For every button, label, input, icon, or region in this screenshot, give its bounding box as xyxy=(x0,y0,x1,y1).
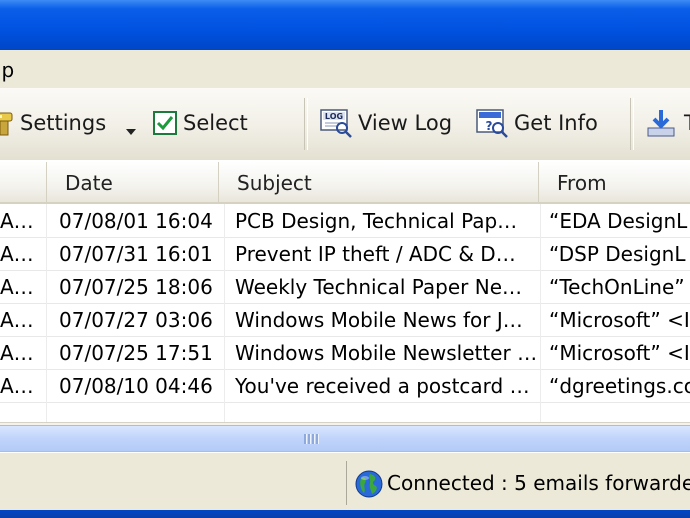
column-header-from[interactable]: From xyxy=(539,162,690,202)
cell-subject: PCB Design, Technical Pap… xyxy=(225,204,541,237)
view-log-button[interactable]: LOG View Log xyxy=(320,104,452,142)
toolbar: Settings Select LOG View Log ? Get Info xyxy=(0,88,690,161)
scrollbar-thumb[interactable] xyxy=(0,425,690,452)
cell-subject: Windows Mobile Newsletter … xyxy=(225,336,541,369)
cell-status: A… xyxy=(0,270,47,303)
table-header: Date Subject From xyxy=(0,162,690,204)
settings-button[interactable]: Settings xyxy=(0,104,106,142)
cell-date: 07/08/10 04:46 xyxy=(47,369,225,402)
table-row[interactable]: A… 07/08/10 04:46 You've received a post… xyxy=(0,369,690,403)
cell-status: A… xyxy=(0,204,47,237)
cell-subject: Windows Mobile News for J… xyxy=(225,303,541,336)
menu-bar: lp xyxy=(0,50,690,89)
column-header-status[interactable] xyxy=(0,162,47,202)
status-pane: Connected : 5 emails forwarded xyxy=(346,461,690,505)
cell-from: “EDA DesignL xyxy=(541,204,690,237)
cell-date: 07/07/31 16:01 xyxy=(47,237,225,270)
cell-date: 07/07/25 18:06 xyxy=(47,270,225,303)
table-row[interactable]: A… 07/07/25 17:51 Windows Mobile Newslet… xyxy=(0,336,690,370)
cell-empty xyxy=(225,402,541,422)
email-table: Date Subject From A… 07/08/01 16:04 PCB … xyxy=(0,160,690,422)
cell-date: 07/08/01 16:04 xyxy=(47,204,225,237)
status-bar: Connected : 5 emails forwarded xyxy=(0,452,690,513)
cell-status: A… xyxy=(0,369,47,402)
column-header-subject[interactable]: Subject xyxy=(219,162,539,202)
cell-date: 07/07/27 03:06 xyxy=(47,303,225,336)
table-row[interactable]: A… 07/08/01 16:04 PCB Design, Technical … xyxy=(0,204,690,238)
grip-icon xyxy=(304,434,320,444)
menu-help[interactable]: lp xyxy=(0,58,14,82)
download-button[interactable] xyxy=(646,104,676,142)
toolbar-overflow-text: T xyxy=(684,111,690,135)
get-info-button[interactable]: ? Get Info xyxy=(476,104,598,142)
table-row[interactable]: A… 07/07/31 16:01 Prevent IP theft / ADC… xyxy=(0,237,690,271)
cell-subject: Prevent IP theft / ADC & D… xyxy=(225,237,541,270)
title-bar xyxy=(0,0,690,51)
settings-icon xyxy=(0,110,14,136)
select-button[interactable]: Select xyxy=(153,104,248,142)
cell-from: “Microsoft” <I xyxy=(541,303,690,336)
dropdown-arrow-icon[interactable] xyxy=(126,120,136,135)
cell-status: A… xyxy=(0,303,47,336)
toolbar-separator xyxy=(304,98,308,150)
column-header-date[interactable]: Date xyxy=(47,162,219,202)
svg-text:LOG: LOG xyxy=(325,112,343,121)
cell-from: “dgreetings.co xyxy=(541,369,690,402)
cell-empty xyxy=(47,402,225,422)
log-icon: LOG xyxy=(320,108,352,138)
cell-from: “Microsoft” <I xyxy=(541,336,690,369)
globe-icon xyxy=(355,470,383,498)
cell-status: A… xyxy=(0,336,47,369)
cell-from: “TechOnLine” xyxy=(541,270,690,303)
horizontal-scrollbar[interactable] xyxy=(0,422,690,453)
cell-status: A… xyxy=(0,237,47,270)
download-icon xyxy=(646,108,676,138)
checkbox-checked-icon xyxy=(153,111,177,135)
settings-label: Settings xyxy=(20,111,107,135)
window-bottom-border xyxy=(0,510,690,518)
table-row[interactable]: A… 07/07/27 03:06 Windows Mobile News fo… xyxy=(0,303,690,337)
svg-text:?: ? xyxy=(486,119,493,133)
table-row[interactable]: A… 07/07/25 18:06 Weekly Technical Paper… xyxy=(0,270,690,304)
cell-from: “DSP DesignL xyxy=(541,237,690,270)
cell-subject: You've received a postcard … xyxy=(225,369,541,402)
cell-date: 07/07/25 17:51 xyxy=(47,336,225,369)
view-log-label: View Log xyxy=(358,111,453,135)
cell-empty xyxy=(0,402,47,422)
cell-subject: Weekly Technical Paper Ne… xyxy=(225,270,541,303)
toolbar-separator xyxy=(630,98,634,150)
get-info-icon: ? xyxy=(476,108,508,138)
select-label: Select xyxy=(183,111,248,135)
connection-status-text: Connected : 5 emails forwarded xyxy=(387,471,690,495)
table-row-empty xyxy=(0,402,690,422)
get-info-label: Get Info xyxy=(514,111,598,135)
